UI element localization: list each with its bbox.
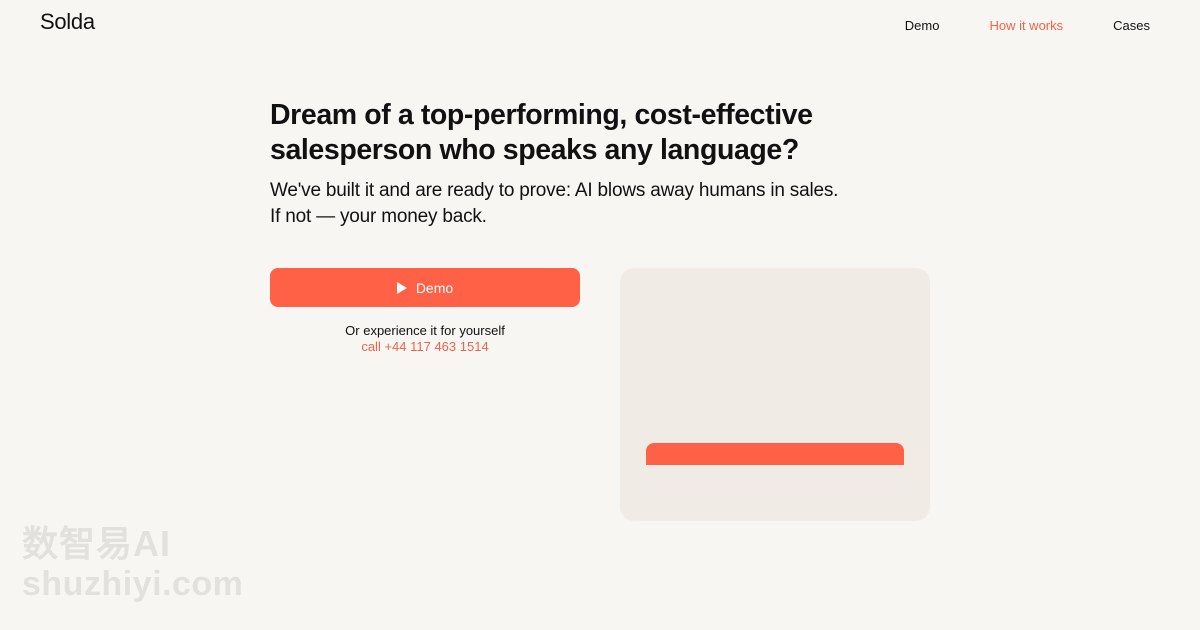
top-nav: Demo How it works Cases: [905, 18, 1150, 33]
watermark-line-1: 数智易AI: [22, 523, 172, 564]
alternative-cta: Or experience it for yourself call +44 1…: [270, 323, 580, 355]
brand-logo[interactable]: Solda: [40, 9, 95, 35]
landing-page: Solda Demo How it works Cases Dream of a…: [0, 0, 1200, 630]
watermark-line-2: shuzhiyi.com: [22, 565, 244, 603]
media-preview-card: [620, 268, 930, 521]
call-phone-link[interactable]: call +44 117 463 1514: [270, 339, 580, 355]
nav-link-how-it-works[interactable]: How it works: [989, 18, 1063, 33]
play-icon: [396, 281, 407, 294]
demo-button-label: Demo: [415, 279, 454, 296]
hero-subtitle-line-1: We've built it and are ready to prove: A…: [270, 180, 839, 201]
alt-cta-text: Or experience it for yourself: [345, 323, 505, 338]
card-accent-bar: [646, 443, 904, 465]
hero-subtitle: We've built it and are ready to prove: A…: [270, 178, 910, 230]
hero-section: Dream of a top-performing, cost-effectiv…: [270, 98, 910, 230]
nav-link-demo[interactable]: Demo: [905, 18, 940, 33]
watermark: 数智易AI shuzhiyi.com: [22, 524, 243, 604]
nav-link-cases[interactable]: Cases: [1113, 18, 1150, 33]
hero-subtitle-line-2: If not — your money back.: [270, 206, 487, 227]
hero-title: Dream of a top-performing, cost-effectiv…: [270, 99, 813, 166]
demo-button[interactable]: Demo: [270, 268, 580, 307]
